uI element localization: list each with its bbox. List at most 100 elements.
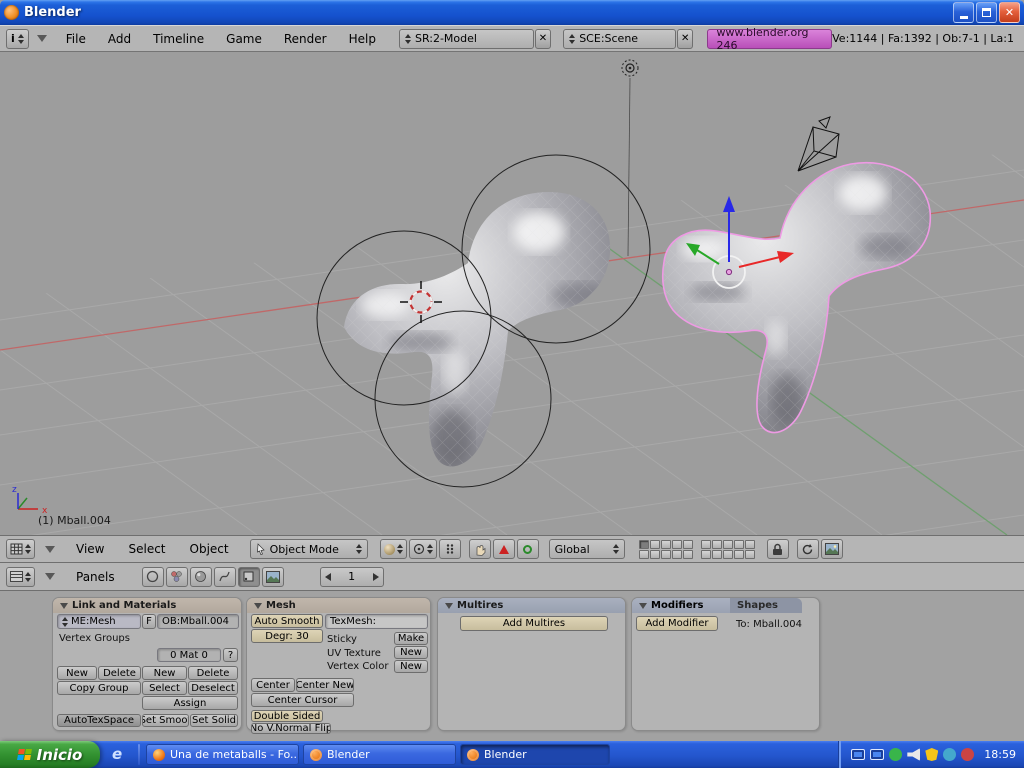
layer-toggle[interactable] (722, 539, 733, 549)
autotexspace-button[interactable]: AutoTexSpace (57, 714, 141, 727)
mesh-datablock-field[interactable]: ME:Mesh (57, 614, 141, 629)
auto-smooth-toggle[interactable]: Auto Smooth (251, 614, 323, 628)
frame-next-icon[interactable] (372, 572, 379, 581)
menu-view[interactable]: View (65, 542, 115, 556)
no-vnormal-flip-toggle[interactable]: No V.Normal Flip (251, 723, 331, 734)
shapes-tab[interactable]: Shapes (730, 598, 802, 613)
layer-toggle[interactable] (671, 539, 682, 549)
minimize-button[interactable] (953, 2, 974, 23)
new-vcol-button[interactable]: New (394, 660, 428, 673)
screen-selector[interactable]: SR:2-Model (398, 28, 534, 49)
double-sided-toggle[interactable]: Double Sided (251, 710, 323, 722)
screen-delete-button[interactable]: ✕ (534, 28, 552, 49)
texmesh-field[interactable]: TexMesh: (325, 614, 428, 629)
center-button[interactable]: Center (251, 678, 295, 692)
menu-help[interactable]: Help (338, 32, 387, 46)
set-smooth-button[interactable]: Set Smoot (142, 714, 189, 727)
object-name-field[interactable]: OB:Mball.004 (157, 614, 239, 629)
maximize-button[interactable] (976, 2, 997, 23)
tray-network-icon[interactable] (851, 749, 866, 760)
manipulator-hand-toggle[interactable] (468, 539, 491, 559)
render-preview-button[interactable] (796, 539, 819, 559)
menu-select[interactable]: Select (117, 542, 176, 556)
deselect-button[interactable]: Deselect (188, 681, 238, 695)
add-multires-button[interactable]: Add Multires (460, 616, 608, 631)
pivot-dropdown[interactable] (408, 539, 437, 559)
layer-toggle[interactable] (733, 539, 744, 549)
layer-toggle[interactable] (722, 549, 733, 559)
mesh-panel-header[interactable]: Mesh (247, 598, 430, 613)
buttons-window-type-button[interactable] (6, 566, 35, 587)
collapse-menu-triangle[interactable] (36, 35, 47, 42)
layer-toggle[interactable] (682, 539, 693, 549)
viewport-type-button[interactable] (6, 539, 35, 559)
translate-manipulator-toggle[interactable] (492, 539, 515, 559)
layer-toggle[interactable] (733, 549, 744, 559)
menu-object[interactable]: Object (179, 542, 240, 556)
layer-toggle[interactable] (700, 539, 711, 549)
start-button[interactable]: Inicio (0, 741, 100, 768)
set-solid-button[interactable]: Set Solid (190, 714, 238, 727)
link-panel-header[interactable]: Link and Materials (53, 598, 241, 613)
select-button[interactable]: Select (142, 681, 187, 695)
layer-toggle[interactable] (744, 549, 755, 559)
layer-toggle[interactable] (700, 549, 711, 559)
curve-context-button[interactable] (213, 566, 236, 587)
close-button[interactable]: ✕ (999, 2, 1020, 23)
layer-toggle[interactable] (649, 539, 660, 549)
taskbar-clock[interactable]: 18:59 (984, 748, 1016, 761)
delete-vgroup-button[interactable]: Delete (98, 666, 141, 680)
ie-quicklaunch-icon[interactable]: e (112, 745, 122, 763)
layer-toggle[interactable] (671, 549, 682, 559)
tray-update-icon[interactable] (943, 748, 957, 761)
layer-toggle[interactable] (638, 539, 649, 549)
copy-group-button[interactable]: Copy Group (57, 681, 141, 695)
tray-messenger-icon[interactable] (889, 748, 903, 761)
snap-dots-button[interactable] (438, 539, 461, 559)
material-question-button[interactable]: ? (223, 648, 238, 662)
menu-add[interactable]: Add (97, 32, 142, 46)
lock-layers-button[interactable] (766, 539, 789, 559)
center-new-button[interactable]: Center New (296, 678, 354, 692)
fake-user-button[interactable]: F (142, 614, 156, 629)
viewport-canvas[interactable]: x z (1) Mball.004 (0, 52, 1024, 535)
scene-context-button[interactable] (261, 566, 284, 587)
assign-button[interactable]: Assign (142, 696, 238, 710)
menu-file[interactable]: File (55, 32, 97, 46)
menu-render[interactable]: Render (273, 32, 338, 46)
taskbar-item-blender-2-active[interactable]: Blender (460, 744, 610, 765)
frame-counter[interactable]: 1 (319, 566, 384, 587)
menu-timeline[interactable]: Timeline (142, 32, 215, 46)
collapse-header-triangle[interactable] (45, 545, 55, 553)
orientation-dropdown[interactable]: Global (548, 539, 625, 559)
frame-prev-icon[interactable] (324, 572, 331, 581)
tray-volume-icon[interactable] (907, 748, 921, 761)
layer-toggle[interactable] (682, 549, 693, 559)
delete-material-button[interactable]: Delete (188, 666, 238, 680)
new-material-button[interactable]: New (142, 666, 187, 680)
logic-context-button[interactable] (141, 566, 164, 587)
modifiers-tab[interactable]: Modifiers (632, 598, 730, 613)
layer-toggle[interactable] (744, 539, 755, 549)
taskbar-item-blender-1[interactable]: Blender (303, 744, 456, 765)
editing-context-button[interactable] (237, 566, 260, 587)
layer-toggle[interactable] (638, 549, 649, 559)
new-uv-button[interactable]: New (394, 646, 428, 659)
new-vgroup-button[interactable]: New (57, 666, 97, 680)
material-index-field[interactable]: 0 Mat 0 (157, 648, 221, 662)
layer-toggle[interactable] (660, 539, 671, 549)
degr-slider[interactable]: Degr: 30 (251, 629, 323, 643)
website-button[interactable]: www.blender.org 246 (707, 26, 833, 52)
tray-security-icon[interactable] (925, 748, 939, 761)
layer-toggle[interactable] (660, 549, 671, 559)
mode-dropdown[interactable]: Object Mode (249, 539, 368, 559)
layer-toggle[interactable] (649, 549, 660, 559)
make-sticky-button[interactable]: Make (394, 632, 428, 645)
layer-toggle[interactable] (711, 539, 722, 549)
center-cursor-button[interactable]: Center Cursor (251, 693, 354, 707)
scene-selector[interactable]: SCE:Scene (563, 28, 676, 49)
scene-delete-button[interactable]: ✕ (676, 28, 694, 49)
multires-panel-header[interactable]: Multires (438, 598, 625, 613)
collapse-header-triangle[interactable] (45, 573, 55, 580)
add-modifier-button[interactable]: Add Modifier (636, 616, 718, 631)
